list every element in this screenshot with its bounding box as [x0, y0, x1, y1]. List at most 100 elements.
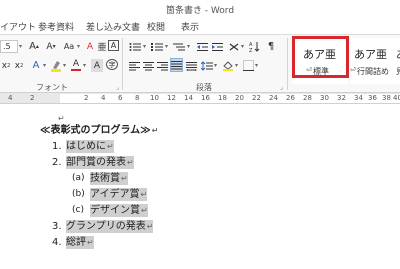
ruler-number: 4: [8, 94, 13, 102]
font-size-box[interactable]: .5: [0, 40, 18, 53]
ruler-number: 38: [382, 94, 391, 102]
style-no-spacing[interactable]: あア亜 ⏎ 行間詰め: [350, 38, 396, 84]
sub-list-marker: (b): [72, 189, 85, 199]
ruler-number: 10: [150, 94, 159, 102]
ruler-number: 22: [252, 94, 261, 102]
list-number: 2.: [52, 157, 62, 168]
tab-layout[interactable]: イアウト: [0, 20, 36, 33]
list-item-text: 技術賞↵: [90, 172, 128, 185]
list-item-text: 総評↵: [66, 236, 94, 249]
list-item-text: グランプリの発表↵: [66, 220, 154, 233]
document-page[interactable]: ↵ ≪表彰式のプログラム≫↵ 1. はじめに↵ 2. 部門賞の発表↵ (a) 技…: [0, 104, 400, 269]
font-color-dropdown-icon[interactable]: ▾: [83, 62, 86, 69]
ruler-number: 18: [218, 94, 227, 102]
ruler-number: 14: [184, 94, 193, 102]
clear-format-icon[interactable]: A: [84, 40, 96, 53]
enclosed-character-icon[interactable]: 字: [106, 59, 118, 70]
style-no-spacing-sample: あア亜: [354, 48, 387, 61]
heading-text: ≪表彰式のプログラム≫: [40, 125, 151, 136]
multilevel-list-icon[interactable]: [172, 40, 186, 53]
align-right-icon[interactable]: [156, 59, 168, 72]
paragraph-mark: ↵: [151, 126, 159, 135]
ruler-number: 2: [30, 94, 35, 102]
highlight-color-icon[interactable]: [50, 59, 62, 72]
highlight-dropdown-icon[interactable]: ▾: [63, 62, 66, 69]
list-number: 4.: [52, 237, 62, 248]
character-shading-icon[interactable]: A: [91, 59, 103, 72]
list-item-text: 部門賞の発表↵: [66, 156, 134, 169]
grow-font-icon[interactable]: A ▴: [28, 40, 40, 53]
shading-dropdown-icon[interactable]: ▾: [235, 62, 238, 69]
align-left-icon[interactable]: [128, 59, 140, 72]
change-case-icon[interactable]: Aa: [62, 40, 76, 53]
list-number: 1.: [52, 141, 62, 152]
asian-layout-dropdown-icon[interactable]: ▾: [241, 43, 244, 50]
paragraph-mark-icon: ⏎: [350, 66, 356, 74]
tab-review[interactable]: 校閲: [147, 20, 165, 33]
sub-list-marker: (a): [72, 173, 85, 183]
character-border-icon[interactable]: A: [108, 40, 119, 51]
asian-layout-icon[interactable]: [228, 40, 240, 53]
tab-mailings[interactable]: 差し込み文書: [86, 20, 140, 33]
multilevel-dropdown-icon[interactable]: ▾: [187, 43, 190, 50]
ruler-number: 32: [337, 94, 346, 102]
distributed-icon[interactable]: [185, 59, 197, 72]
superscript-icon[interactable]: x2: [13, 59, 25, 72]
tab-references[interactable]: 参考資料: [38, 20, 74, 33]
justify-icon[interactable]: [170, 58, 183, 72]
group-divider: [122, 38, 123, 90]
ruler-number: 36: [368, 94, 377, 102]
window-title: 箇条書き - Word: [165, 6, 235, 16]
show-marks-icon[interactable]: ¶: [265, 40, 277, 53]
ruler-number: 30: [320, 94, 329, 102]
paragraph-dialog-launcher-icon[interactable]: ⌟: [280, 84, 283, 91]
ribbon-tabs: イアウト 参考資料 差し込み文書 校閲 表示: [0, 16, 400, 34]
list-item-text: デザイン賞↵: [90, 204, 148, 217]
bullets-icon[interactable]: [128, 40, 142, 53]
list-item-text: アイデア賞↵: [90, 188, 148, 201]
tab-view[interactable]: 表示: [181, 20, 199, 33]
svg-text:Z: Z: [249, 48, 253, 52]
line-spacing-dropdown-icon[interactable]: ▾: [214, 62, 217, 69]
title-bar: 箇条書き - Word: [0, 0, 400, 16]
ruler-number: 24: [269, 94, 278, 102]
style-heading[interactable]: あ 見: [396, 38, 400, 84]
shading-icon[interactable]: [222, 59, 234, 72]
increase-indent-icon[interactable]: [211, 40, 223, 53]
ruler-number: 12: [167, 94, 176, 102]
style-highlight-frame: [292, 36, 349, 78]
ruler-number: 40: [393, 94, 400, 102]
ruler-number: 2: [84, 94, 89, 102]
sub-list-marker: (c): [72, 205, 84, 215]
ruler-number: 16: [201, 94, 210, 102]
text-effects-icon[interactable]: A: [30, 59, 42, 72]
document-heading[interactable]: ≪表彰式のプログラム≫↵: [40, 124, 158, 137]
shrink-font-icon[interactable]: A ▾: [45, 40, 57, 53]
horizontal-ruler[interactable]: 4 2 2 4 6 8 10 12 14 16 18 20 22 24 26 2…: [0, 92, 400, 104]
font-dialog-launcher-icon[interactable]: ⌟: [116, 84, 119, 91]
font-color-icon[interactable]: A: [70, 59, 82, 72]
numbering-icon[interactable]: [150, 40, 164, 53]
font-size-dropdown-icon[interactable]: ▾: [19, 43, 22, 50]
sort-icon[interactable]: AZ: [248, 40, 260, 53]
list-number: 3.: [52, 221, 62, 232]
align-center-icon[interactable]: [142, 59, 154, 72]
ruler-number: 8: [135, 94, 140, 102]
line-spacing-icon[interactable]: [201, 59, 213, 72]
ruler-number: 6: [118, 94, 123, 102]
text-effects-dropdown-icon[interactable]: ▾: [43, 62, 46, 69]
borders-icon[interactable]: [242, 59, 254, 72]
change-case-dropdown-icon[interactable]: ▾: [77, 43, 80, 50]
ruler-number: 26: [286, 94, 295, 102]
style-no-spacing-name: 行間詰め: [357, 67, 389, 76]
ruler-text-area: [60, 94, 400, 103]
bullets-dropdown-icon[interactable]: ▾: [143, 43, 146, 50]
numbering-dropdown-icon[interactable]: ▾: [165, 43, 168, 50]
ruler-number: 28: [303, 94, 312, 102]
borders-dropdown-icon[interactable]: ▾: [255, 62, 258, 69]
ruler-number: 20: [235, 94, 244, 102]
phonetic-guide-icon[interactable]: 亜: [97, 40, 107, 53]
subscript-icon[interactable]: x2: [0, 59, 12, 72]
list-item-text: はじめに↵: [66, 140, 114, 153]
decrease-indent-icon[interactable]: [196, 40, 208, 53]
